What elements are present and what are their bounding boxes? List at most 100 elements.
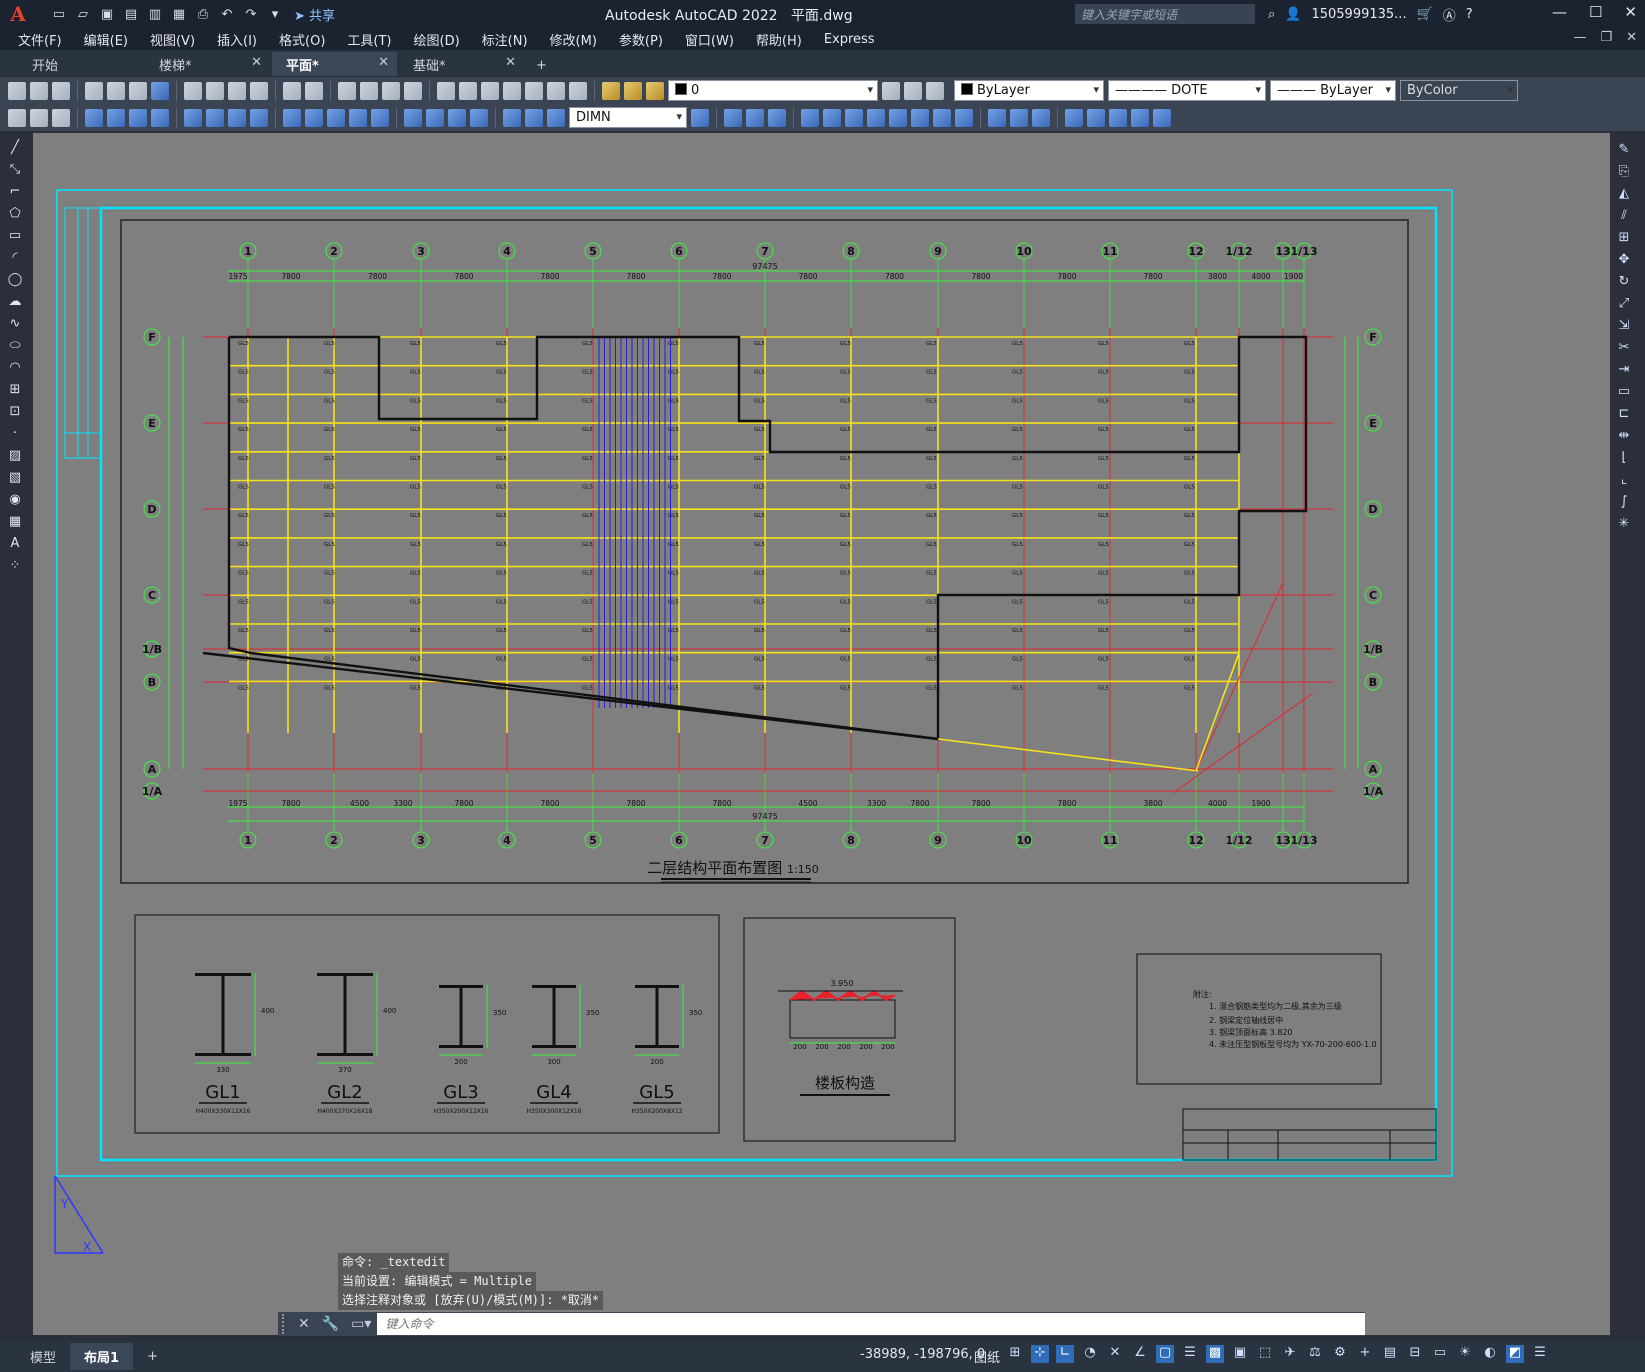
dim-text-edit-icon[interactable] [525, 108, 543, 127]
scale-icon[interactable]: ⤢ [1615, 296, 1633, 314]
extend-icon[interactable] [955, 108, 973, 127]
array-icon[interactable] [823, 108, 841, 127]
lock-ui-icon[interactable]: ▭ [1431, 1345, 1449, 1363]
stretch-icon[interactable] [911, 108, 929, 127]
search-input[interactable]: 键入关键字或短语 [1075, 4, 1255, 24]
jogged-linear-icon[interactable] [470, 108, 488, 127]
zoom-window-icon[interactable] [382, 81, 400, 100]
point-icon[interactable]: · [6, 426, 24, 444]
properties-icon[interactable] [437, 81, 455, 100]
menu-view[interactable]: 视图(V) [150, 30, 211, 49]
ordinate-icon[interactable] [151, 108, 169, 127]
move-icon[interactable]: ✥ [1615, 252, 1633, 270]
zoom-previous-icon[interactable] [404, 81, 422, 100]
close-icon[interactable]: ✕ [505, 55, 516, 70]
layer-freeze-icon[interactable] [624, 81, 642, 100]
scale-icon[interactable] [889, 108, 907, 127]
calculator-icon[interactable] [547, 81, 565, 100]
explode-icon[interactable]: ✳ [1615, 516, 1633, 534]
autocad-logo-icon[interactable]: A [0, 0, 36, 28]
cut-icon[interactable] [184, 81, 202, 100]
polyline-icon[interactable]: ⌐ [6, 184, 24, 202]
save-web-icon[interactable]: ▦ [170, 5, 188, 23]
annotation-visibility-icon[interactable]: ✈ [1281, 1345, 1299, 1363]
share-button[interactable]: ➤ 共享 [294, 5, 335, 24]
rotate-icon[interactable]: ↻ [1615, 274, 1633, 292]
baseline-icon[interactable] [305, 108, 323, 127]
new-icon[interactable] [8, 81, 26, 100]
fillet-icon[interactable] [1065, 108, 1083, 127]
break-icon[interactable] [988, 108, 1006, 127]
markup-icon[interactable] [525, 81, 543, 100]
trim-icon[interactable]: ✂ [1615, 340, 1633, 358]
array-icon[interactable]: ⊞ [1615, 230, 1633, 248]
join-icon[interactable] [1010, 108, 1028, 127]
menu-express[interactable]: Express [824, 32, 891, 47]
command-grip[interactable] [282, 1314, 292, 1334]
cart-icon[interactable]: 🛒 [1417, 7, 1433, 22]
doc-close-icon[interactable]: ✕ [1626, 30, 1637, 45]
menu-insert[interactable]: 插入(I) [217, 30, 273, 49]
layer-previous-icon[interactable] [904, 81, 922, 100]
quick-dim-icon[interactable] [283, 108, 301, 127]
pan-icon[interactable] [338, 81, 356, 100]
blend-icon[interactable] [1087, 108, 1105, 127]
hardware-accel-icon[interactable]: ◐ [1481, 1345, 1499, 1363]
open-icon[interactable] [30, 81, 48, 100]
revcloud-icon[interactable]: ☁ [6, 294, 24, 312]
tab-layout1[interactable]: 布局1 [70, 1342, 134, 1370]
quick-properties-icon[interactable]: ⊟ [1406, 1345, 1424, 1363]
layer-on-icon[interactable] [602, 81, 620, 100]
angular-icon[interactable] [250, 108, 268, 127]
paper-space-toggle[interactable]: 图纸 [974, 1347, 1000, 1366]
arc-icon[interactable]: ◜ [6, 250, 24, 268]
menu-format[interactable]: 格式(O) [279, 30, 341, 49]
a360-icon[interactable]: Ⓐ [1443, 5, 1456, 24]
spline-icon[interactable]: ∿ [6, 316, 24, 334]
osnap-tracking-icon[interactable]: ∠ [1131, 1345, 1149, 1363]
polar-icon[interactable]: ◔ [1081, 1345, 1099, 1363]
menu-window[interactable]: 窗口(W) [685, 30, 750, 49]
chamfer-icon[interactable]: ⌊ [1615, 450, 1633, 468]
dim-space-icon[interactable] [349, 108, 367, 127]
tool-palettes-icon[interactable] [481, 81, 499, 100]
lineweight-icon[interactable]: ☰ [1181, 1345, 1199, 1363]
zoom-realtime-icon[interactable] [360, 81, 378, 100]
inspection-icon[interactable] [448, 108, 466, 127]
close-icon[interactable]: ✕ [378, 55, 389, 70]
arc-length-icon[interactable] [129, 108, 147, 127]
ellipse-arc-icon[interactable]: ◠ [6, 360, 24, 378]
open-web-icon[interactable]: ▥ [146, 5, 164, 23]
construction-line-icon[interactable]: ⤡ [6, 162, 24, 180]
chamfer-icon[interactable] [1032, 108, 1050, 127]
close-icon[interactable]: ✕ [251, 55, 262, 70]
annotation-scale-icon[interactable]: ⚖ [1306, 1345, 1324, 1363]
tab-plan[interactable]: 平面* ✕ [272, 52, 397, 76]
table-icon[interactable]: ▦ [6, 514, 24, 532]
layer-iso-icon[interactable] [52, 108, 70, 127]
doc-minimize-icon[interactable]: — [1573, 30, 1586, 45]
maximize-icon[interactable]: ☐ [1589, 3, 1602, 21]
center-mark-icon[interactable] [426, 108, 444, 127]
fillet-icon[interactable]: ⌞ [1615, 472, 1633, 490]
sheet-set-icon[interactable] [503, 81, 521, 100]
customize-qat-icon[interactable]: ▾ [266, 5, 284, 23]
make-current-icon[interactable] [882, 81, 900, 100]
ellipse-icon[interactable]: ⬭ [6, 338, 24, 356]
linear-dim-icon[interactable] [85, 108, 103, 127]
close-icon[interactable]: ✕ [1624, 3, 1637, 21]
offset-icon[interactable]: ⫽ [1615, 208, 1633, 226]
command-history-icon[interactable]: ▭▾ [351, 1316, 371, 1332]
gradient-icon[interactable]: ▧ [6, 470, 24, 488]
menu-modify[interactable]: 修改(M) [550, 30, 613, 49]
isolate-icon[interactable]: ☀ [1456, 1345, 1474, 1363]
plot-icon[interactable]: ⎙ [194, 5, 212, 23]
menu-help[interactable]: 帮助(H) [756, 30, 818, 49]
layer-manager-icon[interactable] [8, 108, 26, 127]
radius-icon[interactable] [184, 108, 202, 127]
linetype-dropdown[interactable]: ———— DOTE [1108, 80, 1266, 101]
menu-parametric[interactable]: 参数(P) [619, 30, 679, 49]
units-icon[interactable]: ▤ [1381, 1345, 1399, 1363]
blend-icon[interactable]: ∫ [1615, 494, 1633, 512]
tab-stairs[interactable]: 楼梯* ✕ [145, 52, 270, 76]
